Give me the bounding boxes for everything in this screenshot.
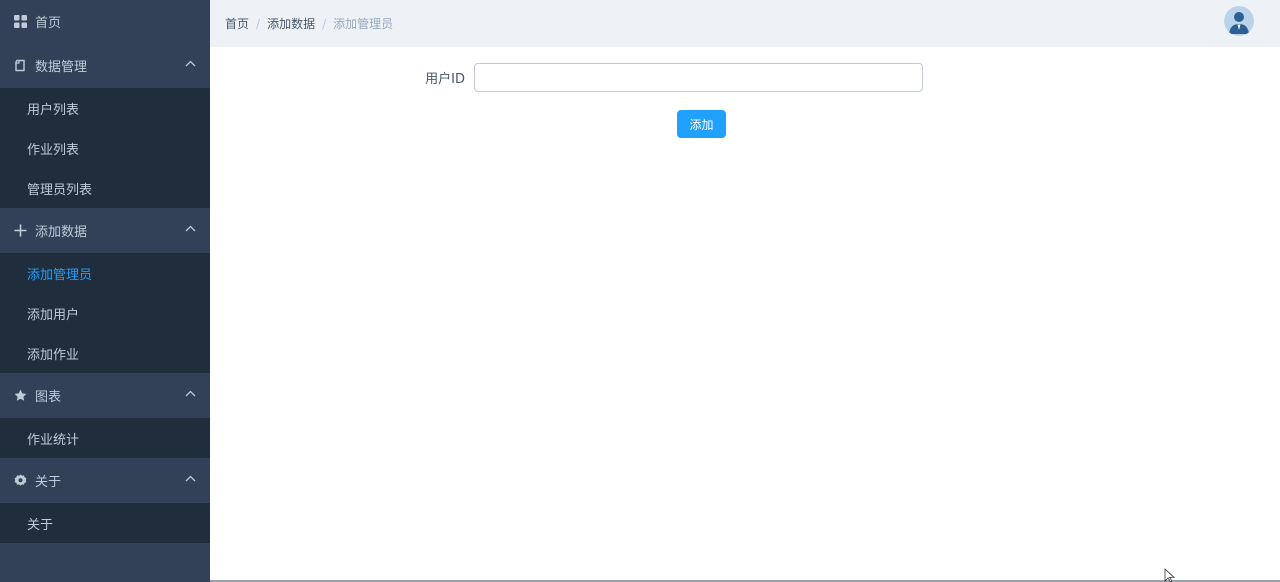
breadcrumb-home[interactable]: 首页: [225, 15, 249, 32]
add-button[interactable]: 添加: [677, 110, 726, 138]
mouse-cursor-icon: [1164, 568, 1176, 582]
sidebar-item-add-user[interactable]: 添加用户: [0, 293, 210, 333]
submenu-list-data-management: 用户列表 作业列表 管理员列表: [0, 88, 210, 208]
submenu-list-about: 关于: [0, 503, 210, 543]
user-avatar[interactable]: [1224, 6, 1254, 36]
user-id-label: 用户ID: [425, 72, 465, 87]
submenu-label: 添加数据: [35, 225, 88, 240]
sidebar-item-homework-list[interactable]: 作业列表: [0, 128, 210, 168]
breadcrumb-separator: /: [256, 16, 261, 31]
plus-icon: [14, 224, 27, 237]
sidebar-item-label: 添加作业: [27, 347, 80, 363]
sidebar-item-label: 管理员列表: [27, 182, 93, 198]
menu-item-home[interactable]: 首页: [0, 0, 210, 43]
document-icon: [14, 59, 27, 72]
breadcrumb-separator: /: [322, 16, 327, 31]
submenu-list-add-data: 添加管理员 添加用户 添加作业: [0, 253, 210, 373]
sidebar-item-homework-stats[interactable]: 作业统计: [0, 418, 210, 458]
submenu-list-charts: 作业统计: [0, 418, 210, 458]
breadcrumb: 首页 / 添加数据 / 添加管理员: [225, 15, 393, 32]
sidebar-item-label: 关于: [27, 517, 54, 533]
chevron-up-icon: [185, 475, 196, 486]
submenu-data-management[interactable]: 数据管理: [0, 43, 210, 88]
submenu-add-data[interactable]: 添加数据: [0, 208, 210, 253]
sidebar-item-label: 添加管理员: [27, 267, 93, 283]
chevron-up-icon: [185, 390, 196, 401]
user-id-input[interactable]: [474, 63, 923, 92]
menu-item-home-label: 首页: [35, 16, 62, 31]
sidebar-item-about[interactable]: 关于: [0, 503, 210, 543]
submenu-label: 关于: [35, 475, 62, 490]
form-item-user-id: 用户ID: [410, 63, 923, 92]
sidebar-item-user-list[interactable]: 用户列表: [0, 88, 210, 128]
sidebar-item-label: 用户列表: [27, 102, 80, 118]
chevron-up-icon: [185, 60, 196, 71]
breadcrumb-add-data[interactable]: 添加数据: [267, 15, 315, 32]
submenu-label: 图表: [35, 390, 62, 405]
sidebar-item-label: 作业统计: [27, 432, 80, 448]
sidebar-item-label: 添加用户: [27, 307, 80, 323]
grid-icon: [14, 15, 27, 28]
sidebar: 首页 数据管理 用户列表 作业列表 管理员列表 添加数据 添加管理员 添加用户 …: [0, 0, 210, 582]
sidebar-item-admin-list[interactable]: 管理员列表: [0, 168, 210, 208]
sidebar-item-add-homework[interactable]: 添加作业: [0, 333, 210, 373]
submenu-label: 数据管理: [35, 60, 88, 75]
sidebar-item-label: 作业列表: [27, 142, 80, 158]
avatar-icon: [1224, 6, 1254, 36]
header: 首页 / 添加数据 / 添加管理员: [210, 0, 1280, 47]
gear-icon: [14, 474, 27, 487]
chevron-up-icon: [185, 225, 196, 236]
main-content: 用户ID 添加: [210, 47, 1280, 582]
star-icon: [14, 389, 27, 402]
sidebar-item-add-admin[interactable]: 添加管理员: [0, 253, 210, 293]
submenu-charts[interactable]: 图表: [0, 373, 210, 418]
breadcrumb-current: 添加管理员: [333, 17, 394, 31]
submenu-about[interactable]: 关于: [0, 458, 210, 503]
